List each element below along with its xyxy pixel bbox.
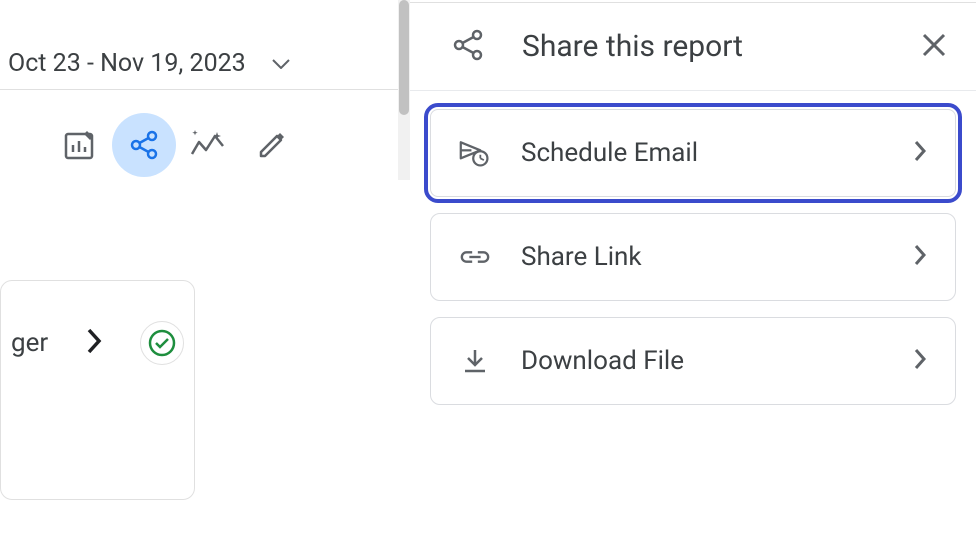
chevron-right-icon xyxy=(85,326,103,360)
share-link-option[interactable]: Share Link xyxy=(430,213,956,301)
share-button[interactable] xyxy=(112,113,176,177)
panel-title: Share this report xyxy=(522,29,920,64)
insights-button[interactable] xyxy=(176,113,240,177)
panel-header: Share this report xyxy=(410,3,976,91)
dropdown-icon xyxy=(272,54,290,73)
schedule-email-icon xyxy=(459,137,491,169)
chevron-right-icon xyxy=(913,347,927,375)
chevron-right-icon xyxy=(913,139,927,167)
date-range-text: Oct 23 - Nov 19, 2023 xyxy=(8,49,246,78)
chevron-right-icon xyxy=(913,243,927,271)
download-file-option[interactable]: Download File xyxy=(430,317,956,405)
share-icon xyxy=(450,27,486,67)
customize-report-button[interactable] xyxy=(48,113,112,177)
check-circle-icon xyxy=(140,321,184,365)
close-button[interactable] xyxy=(920,31,948,63)
edit-button[interactable] xyxy=(240,113,304,177)
share-options: Schedule Email Share Link xyxy=(410,91,976,439)
share-panel: Share this report Schedule Email xyxy=(410,2,976,556)
option-label: Schedule Email xyxy=(521,138,913,168)
download-icon xyxy=(459,347,491,375)
scrollbar-thumb[interactable] xyxy=(399,0,409,115)
toolbar xyxy=(0,90,410,180)
link-icon xyxy=(459,248,491,266)
option-label: Download File xyxy=(521,346,913,376)
date-range-selector[interactable]: Oct 23 - Nov 19, 2023 xyxy=(0,0,410,90)
schedule-email-option[interactable]: Schedule Email xyxy=(430,109,956,197)
card-text-partial: ger xyxy=(11,328,48,358)
option-label: Share Link xyxy=(521,242,913,272)
report-card[interactable]: ger xyxy=(0,280,195,500)
left-panel: Oct 23 - Nov 19, 2023 xyxy=(0,0,410,556)
